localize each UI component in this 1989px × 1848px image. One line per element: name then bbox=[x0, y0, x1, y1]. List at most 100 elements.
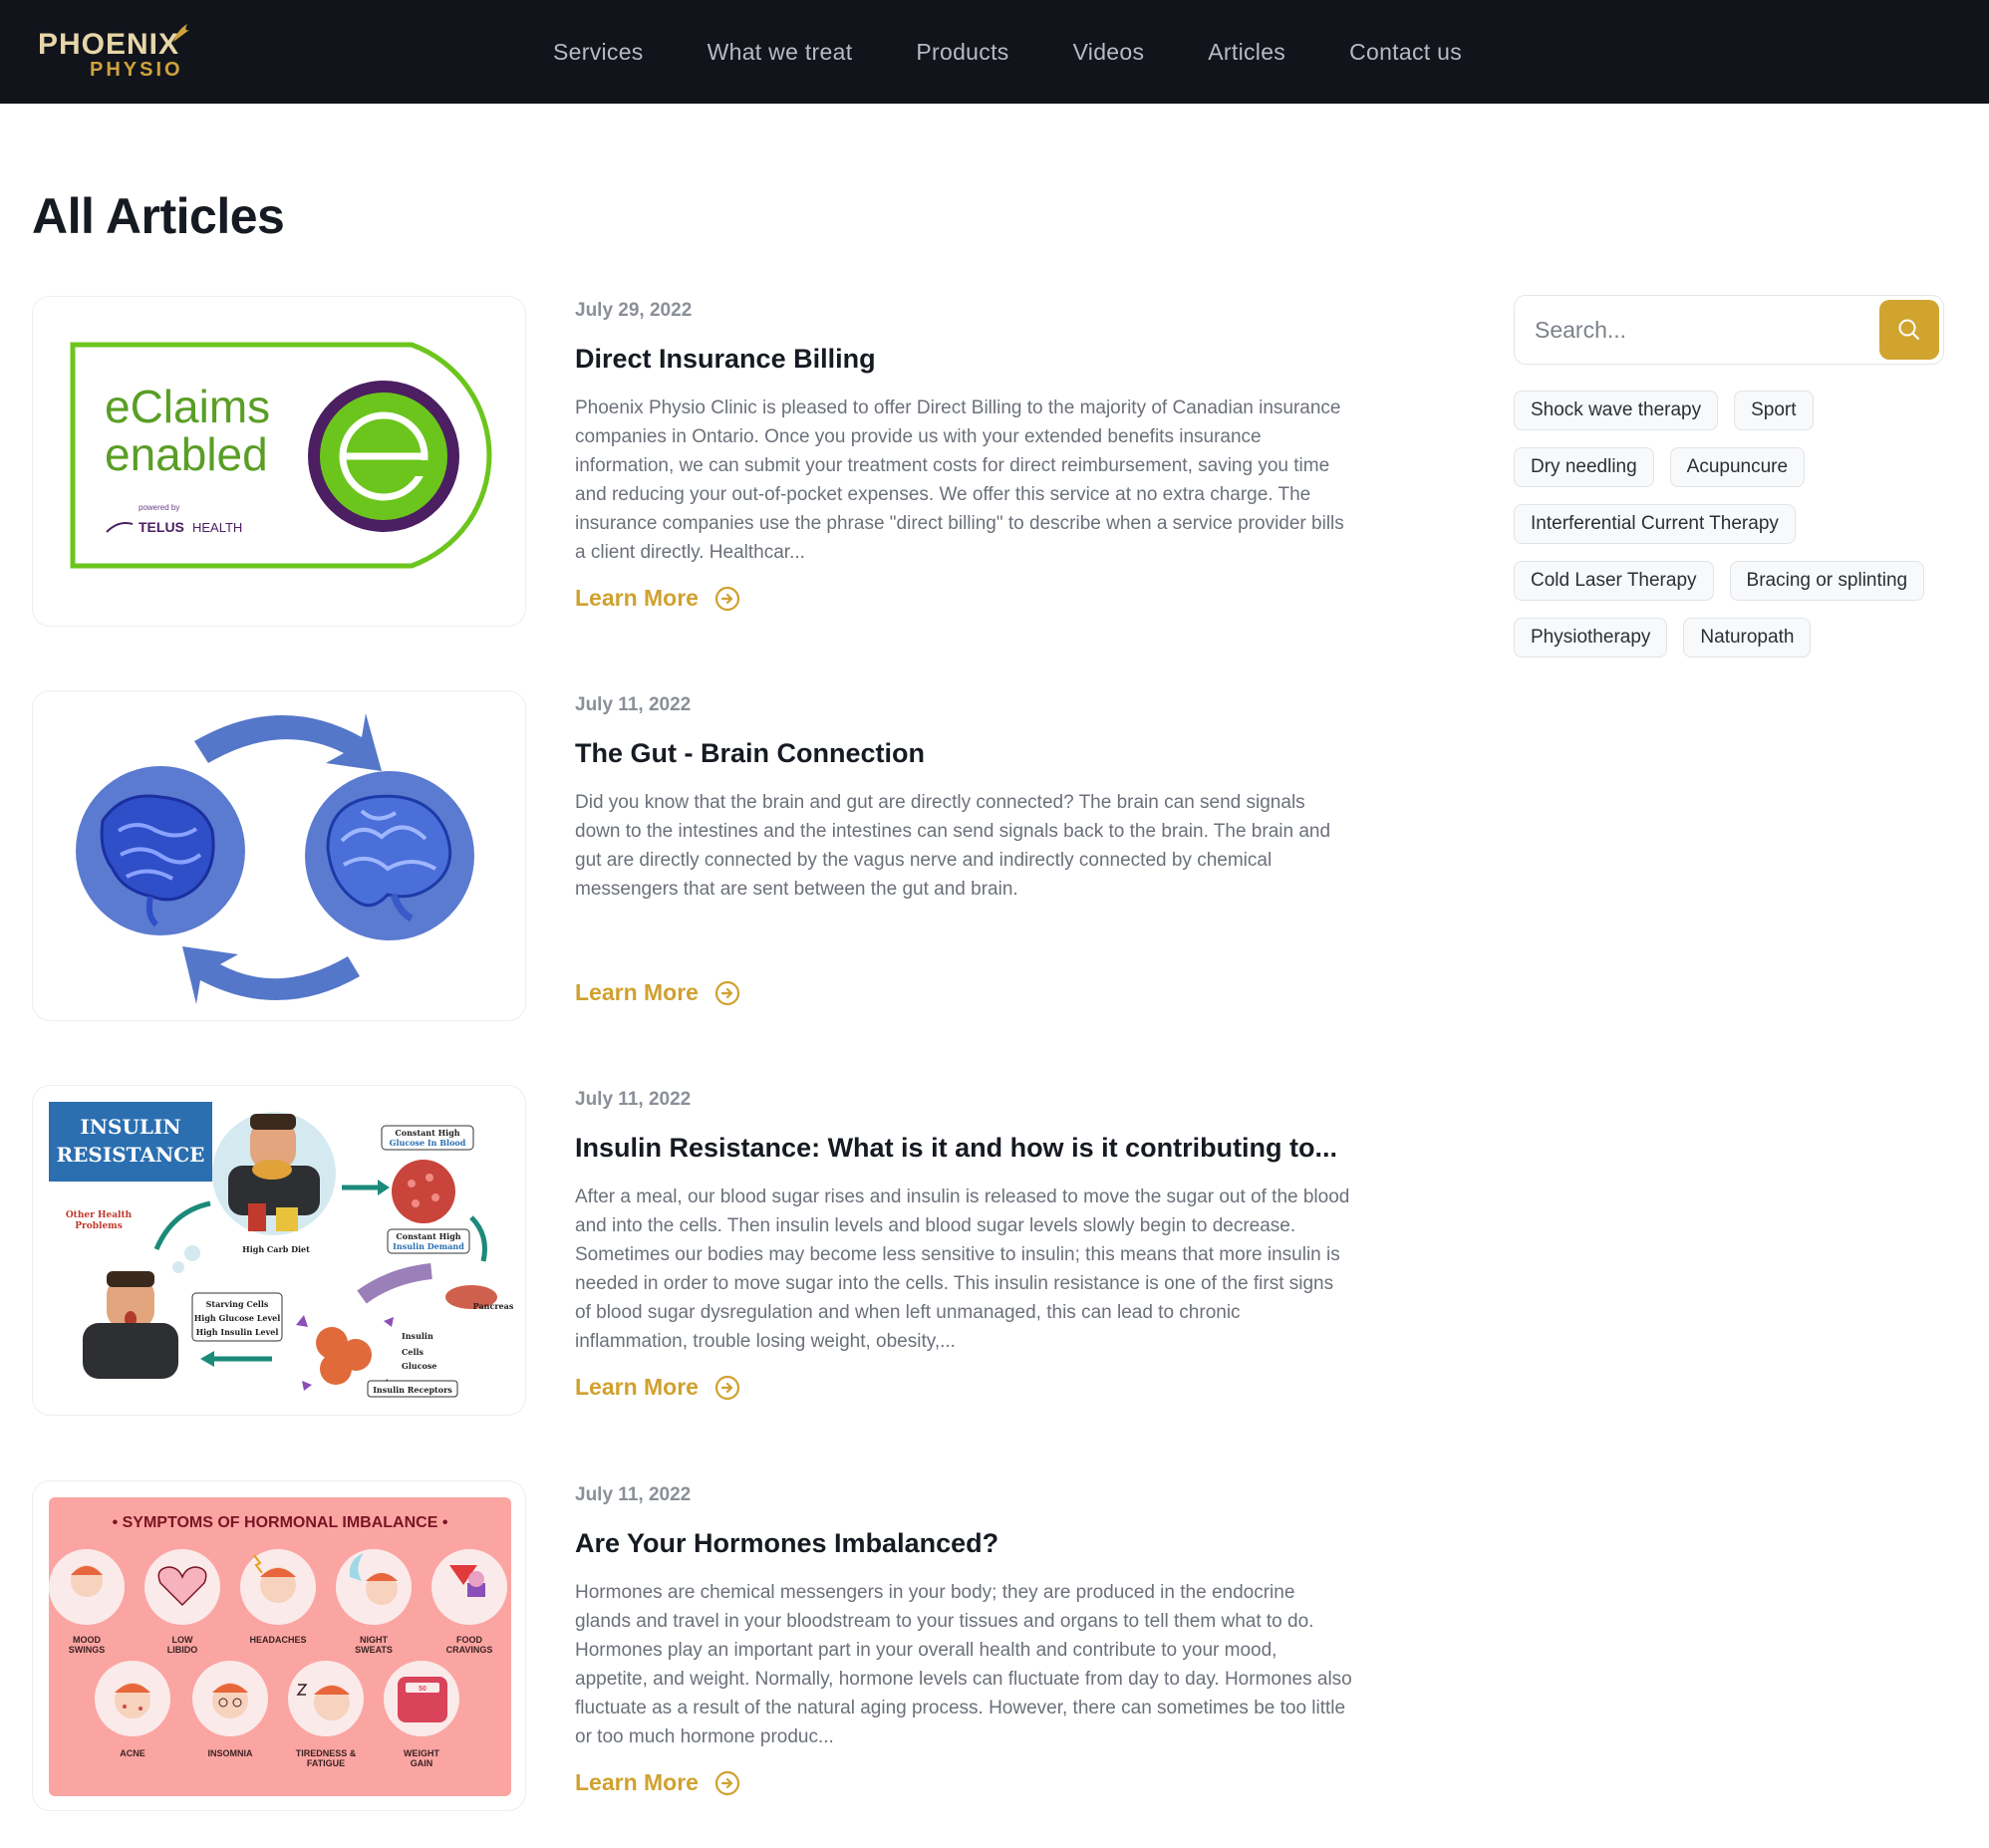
search-box bbox=[1514, 295, 1944, 365]
label-insulin: Insulin bbox=[402, 1331, 433, 1341]
svg-text:HEADACHES: HEADACHES bbox=[249, 1635, 306, 1645]
arrow-circle-right-icon bbox=[714, 1375, 740, 1400]
eclaims-line2: enabled bbox=[105, 428, 268, 480]
label-other-1: Other Health bbox=[66, 1210, 133, 1220]
article-date: July 29, 2022 bbox=[575, 300, 693, 321]
search-button[interactable] bbox=[1879, 300, 1939, 360]
eclaims-image: eClaims enabled powered by TELUS HEALTH bbox=[70, 342, 492, 569]
article-excerpt: Phoenix Physio Clinic is pleased to offe… bbox=[575, 397, 1344, 563]
svg-text:50: 50 bbox=[419, 1686, 426, 1693]
nav-products[interactable]: Products bbox=[916, 39, 1008, 66]
learn-more-link[interactable]: Learn More bbox=[575, 1769, 740, 1796]
tag-bracing-or-splinting[interactable]: Bracing or splinting bbox=[1729, 561, 1925, 601]
label-starving-3: High Insulin Level bbox=[196, 1327, 279, 1337]
article-title[interactable]: The Gut - Brain Connection bbox=[575, 738, 925, 769]
article-thumbnail[interactable]: eClaims enabled powered by TELUS HEALTH bbox=[32, 296, 526, 627]
main-nav: Services What we treat Products Videos A… bbox=[553, 0, 1462, 104]
article-excerpt: Did you know that the brain and gut are … bbox=[575, 792, 1331, 900]
insulin-resistance-image: INSULIN RESISTANCE High Carb Diet Consta… bbox=[49, 1102, 514, 1398]
article-card: eClaims enabled powered by TELUS HEALTH … bbox=[32, 296, 1347, 627]
logo-wordmark: PHOENIX bbox=[38, 28, 180, 61]
article-title[interactable]: Direct Insurance Billing bbox=[575, 344, 876, 375]
svg-text:LIBIDO: LIBIDO bbox=[167, 1645, 198, 1655]
powered-by-text: powered by bbox=[139, 503, 179, 512]
article-card: July 11, 2022 The Gut - Brain Connection… bbox=[32, 690, 1347, 1021]
insulin-heading-line2: RESISTANCE bbox=[57, 1143, 205, 1167]
label-insulin-1: Constant High bbox=[396, 1231, 460, 1241]
label-starving-1: Starving Cells bbox=[206, 1299, 269, 1309]
tag-sport[interactable]: Sport bbox=[1734, 391, 1814, 430]
arrow-circle-right-icon bbox=[714, 980, 740, 1005]
hormone-heading: • SYMPTOMS OF HORMONAL IMBALANCE • bbox=[113, 1514, 448, 1531]
tag-physiotherapy[interactable]: Physiotherapy bbox=[1514, 618, 1668, 658]
tag-interferential-current-therapy[interactable]: Interferential Current Therapy bbox=[1514, 504, 1796, 544]
article-thumbnail[interactable]: INSULIN RESISTANCE High Carb Diet Consta… bbox=[32, 1085, 526, 1416]
learn-more-link[interactable]: Learn More bbox=[575, 979, 740, 1006]
learn-more-link[interactable]: Learn More bbox=[575, 1374, 740, 1401]
label-insulin-2: Insulin Demand bbox=[393, 1241, 464, 1251]
learn-more-label: Learn More bbox=[575, 1769, 699, 1795]
article-date: July 11, 2022 bbox=[575, 1089, 692, 1110]
nav-what-we-treat[interactable]: What we treat bbox=[708, 39, 853, 66]
page-title: All Articles bbox=[32, 188, 285, 244]
label-receptors: Insulin Receptors bbox=[373, 1385, 452, 1395]
learn-more-label: Learn More bbox=[575, 979, 699, 1005]
phoenix-bird-icon bbox=[173, 24, 189, 42]
article-thumbnail[interactable] bbox=[32, 690, 526, 1021]
hormonal-imbalance-image: • SYMPTOMS OF HORMONAL IMBALANCE • MOOD … bbox=[49, 1497, 511, 1796]
label-glucose-2: Glucose In Blood bbox=[390, 1138, 466, 1148]
tag-list: Shock wave therapy Sport Dry needling Ac… bbox=[1514, 391, 1952, 658]
svg-text:GAIN: GAIN bbox=[411, 1758, 433, 1768]
label-pancreas: Pancreas bbox=[473, 1301, 514, 1311]
label-starving-2: High Glucose Level bbox=[194, 1313, 281, 1323]
arrow-circle-right-icon bbox=[714, 1770, 740, 1795]
eclaims-line1: eClaims bbox=[105, 381, 270, 432]
article-thumbnail[interactable]: • SYMPTOMS OF HORMONAL IMBALANCE • MOOD … bbox=[32, 1480, 526, 1811]
logo[interactable]: PHOENIX PHYSIO bbox=[38, 22, 189, 82]
tag-shock-wave-therapy[interactable]: Shock wave therapy bbox=[1514, 391, 1719, 430]
article-excerpt: Hormones are chemical messengers in your… bbox=[575, 1582, 1352, 1747]
svg-text:CRAVINGS: CRAVINGS bbox=[446, 1645, 493, 1655]
article-card: INSULIN RESISTANCE High Carb Diet Consta… bbox=[32, 1085, 1349, 1416]
svg-text:ACNE: ACNE bbox=[120, 1748, 145, 1758]
site-header: PHOENIX PHYSIO Services What we treat Pr… bbox=[0, 0, 1989, 104]
nav-services[interactable]: Services bbox=[553, 39, 644, 66]
nav-contact-us[interactable]: Contact us bbox=[1349, 39, 1462, 66]
insulin-heading-line1: INSULIN bbox=[80, 1115, 180, 1139]
search-input[interactable] bbox=[1535, 308, 1873, 352]
article-card: • SYMPTOMS OF HORMONAL IMBALANCE • MOOD … bbox=[32, 1480, 1352, 1811]
telus-brand: TELUS bbox=[139, 519, 184, 535]
search-icon bbox=[1898, 319, 1919, 340]
svg-text:TIREDNESS &: TIREDNESS & bbox=[296, 1748, 357, 1758]
svg-text:SWEATS: SWEATS bbox=[355, 1645, 393, 1655]
learn-more-link[interactable]: Learn More bbox=[575, 585, 740, 612]
svg-text:WEIGHT: WEIGHT bbox=[404, 1748, 439, 1758]
article-excerpt: After a meal, our blood sugar rises and … bbox=[575, 1187, 1350, 1352]
svg-text:FOOD: FOOD bbox=[456, 1635, 482, 1645]
svg-text:NIGHT: NIGHT bbox=[360, 1635, 389, 1645]
article-date: July 11, 2022 bbox=[575, 1484, 692, 1505]
label-high-carb: High Carb Diet bbox=[242, 1244, 310, 1254]
article-title[interactable]: Insulin Resistance: What is it and how i… bbox=[575, 1133, 1337, 1164]
svg-text:LOW: LOW bbox=[172, 1635, 193, 1645]
svg-text:SWINGS: SWINGS bbox=[69, 1645, 106, 1655]
svg-text:MOOD: MOOD bbox=[73, 1635, 101, 1645]
tag-cold-laser-therapy[interactable]: Cold Laser Therapy bbox=[1514, 561, 1714, 601]
label-other-2: Problems bbox=[75, 1221, 123, 1231]
logo-subtitle: PHYSIO bbox=[90, 59, 183, 81]
nav-videos[interactable]: Videos bbox=[1073, 39, 1145, 66]
tag-dry-needling[interactable]: Dry needling bbox=[1514, 447, 1654, 487]
learn-more-label: Learn More bbox=[575, 585, 699, 611]
nav-articles[interactable]: Articles bbox=[1208, 39, 1285, 66]
telus-health: HEALTH bbox=[192, 520, 242, 535]
symptom-tiredness: TIREDNESS & FATIGUE bbox=[288, 1661, 364, 1768]
tag-acupuncure[interactable]: Acupuncure bbox=[1669, 447, 1806, 487]
article-title[interactable]: Are Your Hormones Imbalanced? bbox=[575, 1528, 998, 1559]
label-cells: Cells bbox=[402, 1347, 425, 1357]
tag-naturopath[interactable]: Naturopath bbox=[1683, 618, 1812, 658]
svg-text:FATIGUE: FATIGUE bbox=[307, 1758, 345, 1768]
article-date: July 11, 2022 bbox=[575, 694, 692, 715]
arrow-circle-right-icon bbox=[714, 586, 740, 611]
svg-text:INSOMNIA: INSOMNIA bbox=[208, 1748, 254, 1758]
learn-more-label: Learn More bbox=[575, 1374, 699, 1400]
